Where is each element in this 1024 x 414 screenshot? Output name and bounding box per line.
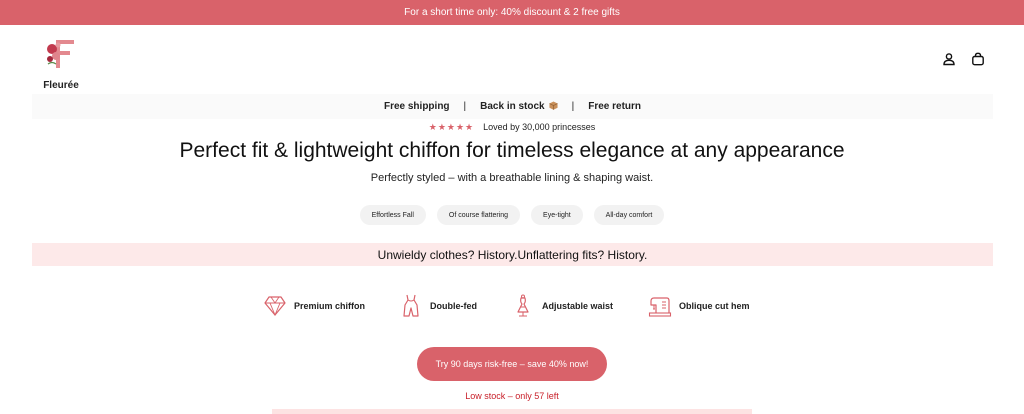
package-icon <box>548 101 558 110</box>
sewing-machine-icon <box>648 297 672 317</box>
brand-name: Fleurée <box>43 80 79 91</box>
pain-point-text: Unwieldy clothes? History.Unflattering f… <box>377 247 648 262</box>
usp-free-shipping: Free shipping <box>383 101 450 112</box>
site-header: Fleurée <box>0 25 1024 93</box>
rating-row: ★★★★★ Loved by 30,000 princesses <box>0 121 1024 133</box>
feature-item: Adjustable waist <box>511 292 613 320</box>
feature-label: Adjustable waist <box>542 301 614 311</box>
pain-point-banner: Unwieldy clothes? History.Unflattering f… <box>32 243 993 266</box>
dress-form-icon <box>517 294 529 317</box>
feature-item: Double-fed <box>399 292 477 320</box>
star-rating-icon: ★★★★★ <box>428 121 475 132</box>
diamond-icon <box>264 296 286 317</box>
user-icon[interactable] <box>942 52 956 66</box>
usp-free-return: Free return <box>588 101 642 112</box>
benefit-chip: Effortless Fall <box>359 205 426 225</box>
announcement-text: For a short time only: 40% discount & 2 … <box>404 7 620 18</box>
benefit-chip: All-day comfort <box>593 205 665 225</box>
low-stock-notice: Low stock – only 57 left <box>465 391 559 401</box>
usp-back-in-stock: Back in stock <box>480 101 558 112</box>
feature-item: Premium chiffon <box>263 292 365 320</box>
usp-bar: Free shipping | Back in stock | Free ret… <box>32 94 993 119</box>
next-section-edge <box>272 409 752 414</box>
rating-text: Loved by 30,000 princesses <box>483 122 596 132</box>
shopping-bag-icon[interactable] <box>971 52 985 66</box>
brand-logo[interactable]: Fleurée <box>38 37 82 91</box>
feature-label: Premium chiffon <box>294 301 366 311</box>
benefit-chip: Eye-tight <box>531 205 583 225</box>
benefit-chips: Effortless Fall Of course flattering Eye… <box>0 205 1024 225</box>
announcement-bar: For a short time only: 40% discount & 2 … <box>0 0 1024 25</box>
usp-separator: | <box>571 101 575 112</box>
dress-icon <box>403 294 419 317</box>
feature-row: Premium chiffon Double-fed Adjustable wa… <box>0 292 1024 320</box>
benefit-chip: Of course flattering <box>436 205 521 225</box>
page-headline: Perfect fit & lightweight chiffon for ti… <box>179 139 845 162</box>
usp-separator: | <box>463 101 467 112</box>
page-subline: Perfectly styled – with a breathable lin… <box>370 172 654 184</box>
logo-mark-icon <box>47 40 74 68</box>
feature-item: Oblique cut hem <box>648 292 750 320</box>
feature-label: Oblique cut hem <box>679 301 750 311</box>
feature-label: Double-fed <box>430 301 477 311</box>
cta-button[interactable]: Try 90 days risk-free – save 40% now! <box>417 347 607 381</box>
